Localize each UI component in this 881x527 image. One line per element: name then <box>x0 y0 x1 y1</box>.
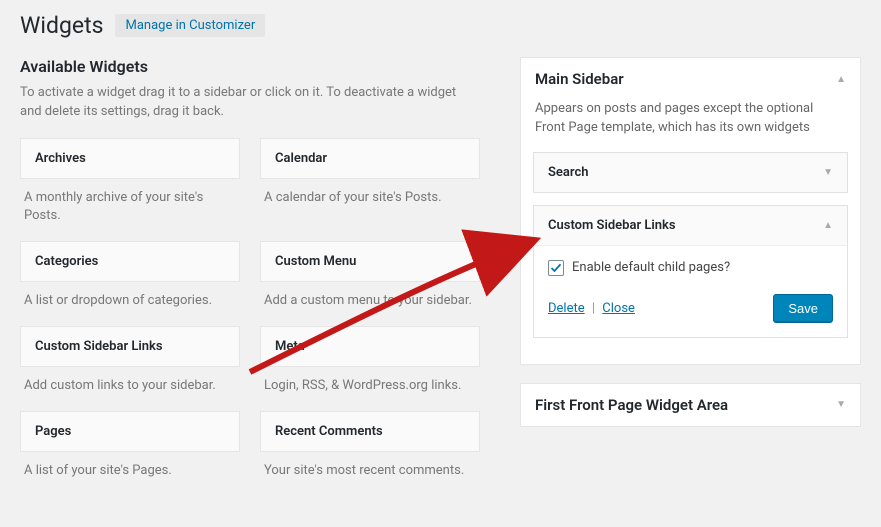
check-icon <box>550 262 562 274</box>
delete-link[interactable]: Delete <box>548 301 585 316</box>
manage-in-customizer-link[interactable]: Manage in Customizer <box>115 14 265 37</box>
sidebar-area-first-front: First Front Page Widget Area ▼ <box>520 383 861 427</box>
placed-widget-search: Search ▼ <box>533 152 848 193</box>
triangle-down-icon: ▼ <box>836 399 846 410</box>
save-button[interactable]: Save <box>773 294 833 323</box>
placed-widget-custom-sidebar-links-title: Custom Sidebar Links <box>548 218 676 233</box>
widget-custom-sidebar-links[interactable]: Custom Sidebar Links <box>20 326 240 367</box>
widget-custom-menu[interactable]: Custom Menu <box>260 241 480 282</box>
sidebar-area-main-header[interactable]: Main Sidebar ▲ <box>521 58 860 100</box>
available-widgets-desc: To activate a widget drag it to a sideba… <box>20 84 480 122</box>
triangle-up-icon: ▲ <box>836 74 846 85</box>
widget-pages-desc: A list of your site's Pages. <box>20 452 240 496</box>
widget-pages[interactable]: Pages <box>20 411 240 452</box>
widget-archives-desc: A monthly archive of your site's Posts. <box>20 179 240 241</box>
close-link[interactable]: Close <box>602 301 635 316</box>
widget-categories-desc: A list or dropdown of categories. <box>20 282 240 326</box>
widget-recent-comments-desc: Your site's most recent comments. <box>260 452 480 496</box>
placed-widget-search-header[interactable]: Search ▼ <box>534 153 847 192</box>
widget-categories[interactable]: Categories <box>20 241 240 282</box>
widget-calendar-desc: A calendar of your site's Posts. <box>260 179 480 223</box>
placed-widget-search-title: Search <box>548 165 589 180</box>
sidebar-area-main-desc: Appears on posts and pages except the op… <box>521 100 860 152</box>
triangle-down-icon: ▼ <box>823 167 833 178</box>
widget-custom-sidebar-links-desc: Add custom links to your sidebar. <box>20 367 240 411</box>
placed-widget-custom-sidebar-links: Custom Sidebar Links ▲ Enable default ch… <box>533 205 848 338</box>
enable-default-child-pages-label: Enable default child pages? <box>572 260 730 275</box>
widget-calendar[interactable]: Calendar <box>260 138 480 179</box>
sidebar-area-main-title: Main Sidebar <box>535 70 624 88</box>
separator: | <box>588 301 599 316</box>
available-widgets-heading: Available Widgets <box>20 57 480 76</box>
widget-recent-comments[interactable]: Recent Comments <box>260 411 480 452</box>
widget-meta-desc: Login, RSS, & WordPress.org links. <box>260 367 480 411</box>
widget-meta[interactable]: Meta <box>260 326 480 367</box>
widget-custom-menu-desc: Add a custom menu to your sidebar. <box>260 282 480 326</box>
sidebar-area-first-front-title: First Front Page Widget Area <box>535 396 728 414</box>
enable-default-child-pages-checkbox[interactable] <box>548 260 564 276</box>
placed-widget-custom-sidebar-links-header[interactable]: Custom Sidebar Links ▲ <box>534 206 847 246</box>
sidebar-area-first-front-header[interactable]: First Front Page Widget Area ▼ <box>521 384 860 426</box>
page-title: Widgets <box>20 12 103 39</box>
triangle-up-icon: ▲ <box>823 220 833 231</box>
widget-archives[interactable]: Archives <box>20 138 240 179</box>
sidebar-area-main: Main Sidebar ▲ Appears on posts and page… <box>520 57 861 365</box>
